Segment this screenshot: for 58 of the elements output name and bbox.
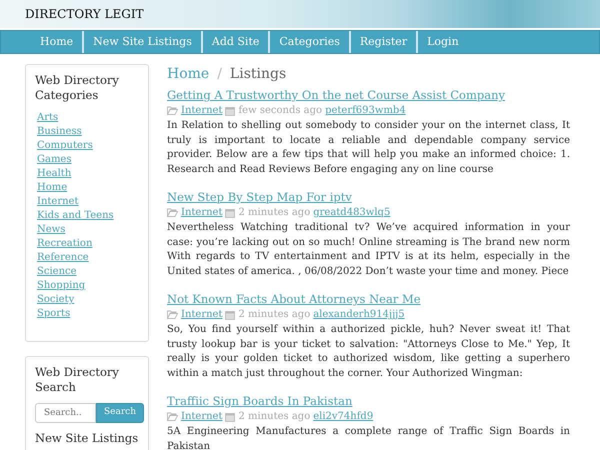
user-link[interactable]: eli2v74hfd9 bbox=[313, 410, 374, 423]
folder-icon bbox=[167, 208, 178, 217]
panel-heading: Web Directory Categories bbox=[35, 73, 120, 103]
calendar-icon bbox=[225, 310, 236, 320]
calendar-icon bbox=[225, 208, 236, 218]
breadcrumb-separator: / bbox=[217, 65, 222, 84]
category-link[interactable]: Sports bbox=[35, 307, 139, 321]
listing-title-link[interactable]: Not Known Facts About Attorneys Near Me bbox=[167, 292, 421, 306]
category-link[interactable]: Reference bbox=[35, 251, 139, 265]
user-link[interactable]: greatd483wlq5 bbox=[313, 206, 390, 219]
nav-link[interactable]: Register bbox=[350, 31, 418, 53]
category-link[interactable]: Internet bbox=[181, 308, 222, 321]
calendar-icon bbox=[225, 106, 236, 116]
nav-link[interactable]: Add Site bbox=[202, 31, 270, 53]
category-link[interactable]: Internet bbox=[35, 195, 139, 209]
category-link[interactable]: Arts bbox=[35, 111, 139, 125]
calendar-icon bbox=[225, 412, 236, 422]
folder-icon bbox=[167, 310, 178, 319]
folder-icon bbox=[167, 106, 178, 115]
nav-link[interactable]: Home bbox=[31, 31, 84, 53]
listing-description: 5A Engineering Manufactures a complete range of Traffic Sign Boards in Pakistan bbox=[167, 425, 570, 450]
listing-description: So, You find yourself within a authorized pickle, huh? Never sweat it! That trusty lookup bar is your ticket to salvation: "Attorneys Close to Me." Yep, It really is your golden ticket to authorized wisdom, like getting a superhero within a match just throughout the corner. Your Authorized Wingman: bbox=[167, 323, 570, 380]
category-link[interactable]: Shopping bbox=[35, 279, 139, 293]
search-field[interactable]: Search.. bbox=[35, 403, 96, 423]
category-link[interactable]: Home bbox=[35, 181, 139, 195]
site-title: DIRECTORY LEGIT bbox=[25, 6, 144, 23]
category-link[interactable]: Business bbox=[35, 125, 139, 139]
nav-link[interactable]: Login bbox=[418, 31, 468, 53]
panel-heading: New Site Listings bbox=[35, 431, 139, 446]
nav-link[interactable]: Categories bbox=[270, 31, 351, 53]
category-link[interactable]: Health bbox=[35, 167, 139, 181]
breadcrumb-current: Listings bbox=[230, 65, 286, 84]
folder-icon bbox=[167, 412, 178, 421]
category-link[interactable]: News bbox=[35, 223, 139, 237]
category-link[interactable]: Internet bbox=[181, 104, 222, 117]
category-link[interactable]: Kids and Teens bbox=[35, 209, 139, 223]
listing-description: In Relation to shelling out somebody to consider your on the internet class, It truly is important to locate a reliable and dependable company service provider. Below are a few tips that will help you make an informed choice: 1. Research and Read Reviews Before engaging any on line course bbox=[167, 119, 570, 176]
posted-time: 2 minutes ago bbox=[238, 308, 310, 321]
listing-description: Nevertheless Watching traditional tv? We’ve acquired information in your case: you’re lacking out on so much! Online streaming is The brand new norm With regards to TV entertainment and IPTV is at its helm, especially in the United states of america. , 06/08/2022 Don’t waste your time and money. Piece bbox=[167, 221, 570, 278]
search-button[interactable]: Search bbox=[96, 403, 144, 423]
category-link[interactable]: Games bbox=[35, 153, 139, 167]
category-link[interactable]: Recreation bbox=[35, 237, 139, 251]
user-link[interactable]: alexanderh914jjj5 bbox=[313, 308, 405, 321]
nav-link[interactable]: New Site Listings bbox=[84, 31, 203, 53]
category-link[interactable]: Internet bbox=[181, 206, 222, 219]
panel-heading: Web Directory Search bbox=[35, 365, 120, 395]
posted-time: few seconds ago bbox=[238, 104, 322, 117]
listing-title-link[interactable]: Getting A Trustworthy On the net Course Assist Company bbox=[167, 88, 506, 102]
category-link[interactable]: Internet bbox=[181, 410, 222, 423]
listing-title-link[interactable]: Traffiic Sign Boards In Pakistan bbox=[167, 394, 352, 408]
posted-time: 2 minutes ago bbox=[238, 410, 310, 423]
breadcrumb-link[interactable]: Home bbox=[167, 64, 210, 85]
category-link[interactable]: Society bbox=[35, 293, 139, 307]
category-link[interactable]: Computers bbox=[35, 139, 139, 153]
category-link[interactable]: Science bbox=[35, 265, 139, 279]
user-link[interactable]: peterf693wmb4 bbox=[325, 104, 406, 117]
listing-title-link[interactable]: New Step By Step Map For iptv bbox=[167, 190, 352, 204]
posted-time: 2 minutes ago bbox=[238, 206, 310, 219]
